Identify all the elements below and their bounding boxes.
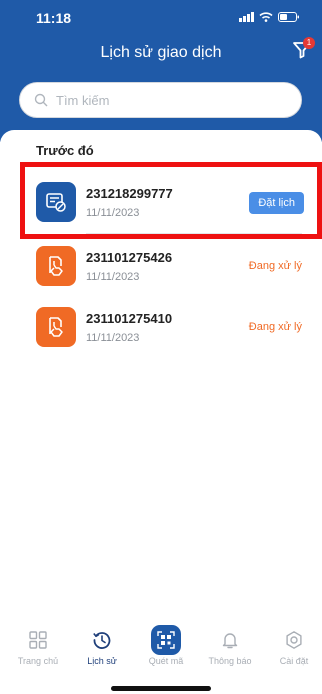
section-title: Trước đó (36, 143, 94, 158)
tab-label: Thông báo (208, 656, 252, 666)
transaction-item[interactable]: 231101275426 11/11/2023 Đang xử lý (36, 244, 306, 288)
tab-label: Quét mã (148, 656, 184, 666)
transaction-date: 11/11/2023 (86, 271, 140, 283)
status-icons (239, 12, 300, 22)
status-label: Đang xử lý (248, 321, 302, 333)
tab-notifications[interactable]: Thông báo (198, 620, 262, 676)
filter-badge: 1 (303, 37, 315, 49)
tab-settings[interactable]: Cài đặt (262, 620, 322, 676)
history-icon (93, 632, 111, 649)
search-input[interactable] (56, 92, 276, 108)
bell-icon (222, 633, 238, 649)
grid-icon (29, 631, 47, 649)
filter-button[interactable]: 1 (292, 37, 315, 62)
tab-label: Cài đặt (279, 656, 309, 666)
transaction-item[interactable]: 231101275410 11/11/2023 Đang xử lý (36, 305, 306, 349)
qr-scan-icon (151, 625, 181, 655)
page-title: Lịch sử giao dịch (100, 44, 222, 61)
tab-label: Lịch sử (87, 656, 117, 666)
signal-icon (239, 12, 254, 22)
tab-home[interactable]: Trang chủ (6, 620, 70, 676)
tab-scan[interactable]: Quét mã (134, 620, 198, 676)
status-bar: 11:18 (0, 0, 322, 34)
status-time: 11:18 (36, 10, 72, 26)
tab-history[interactable]: Lịch sử (70, 620, 134, 676)
search-icon (34, 93, 48, 107)
status-label: Đang xử lý (248, 260, 302, 272)
highlight-box (20, 162, 322, 239)
search-box[interactable] (19, 82, 302, 118)
transaction-code: 231101275410 (86, 311, 173, 326)
header-bar: 11:18 Lịch sử giao dịch 1 (0, 0, 322, 142)
wifi-icon (259, 12, 273, 22)
bottom-tab-bar: Trang chủ Lịch sử Quét mã Thông báo Cài … (0, 620, 322, 676)
transaction-date: 11/11/2023 (86, 332, 140, 344)
gear-icon (286, 631, 302, 649)
document-hand-icon (36, 246, 76, 286)
tab-label: Trang chủ (17, 656, 59, 666)
transaction-code: 231101275426 (86, 250, 173, 265)
home-indicator (111, 686, 211, 691)
document-hand-icon (36, 307, 76, 347)
battery-icon (278, 12, 300, 22)
